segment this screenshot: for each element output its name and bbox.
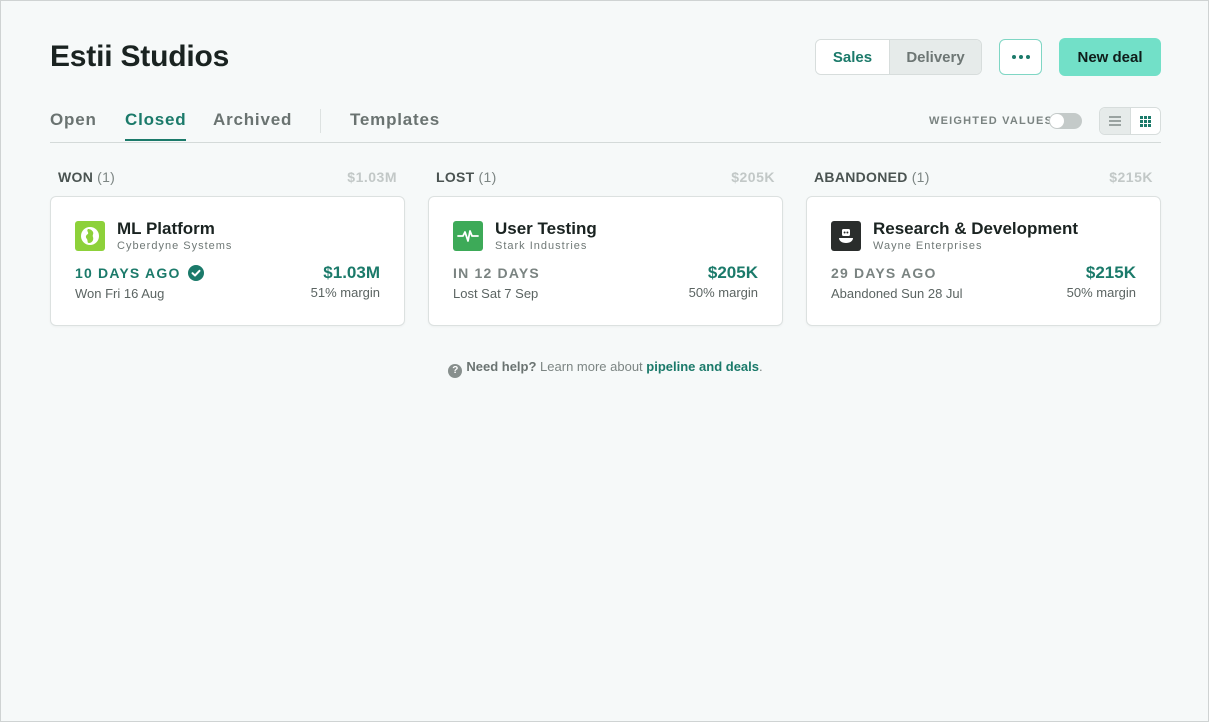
segment-sales[interactable]: Sales (816, 40, 889, 74)
list-view-icon (1108, 116, 1121, 126)
deal-relative-date: IN 12 DAYS (453, 265, 540, 281)
client-logo (831, 221, 861, 251)
deal-close-date: Lost Sat 7 Sep (453, 286, 539, 301)
column-count: (1) (97, 169, 116, 185)
deal-amount: $1.03M (323, 263, 380, 282)
deal-close-date: Abandoned Sun 28 Jul (831, 286, 963, 301)
weighted-values-label: WEIGHTED VALUES (929, 115, 1054, 127)
deal-name: User Testing (495, 219, 597, 238)
deal-card[interactable]: ML Platform Cyberdyne Systems 10 DAYS AG… (50, 196, 405, 326)
help-footer: ? Need help? Learn more about pipeline an… (50, 359, 1161, 378)
segment-delivery[interactable]: Delivery (889, 40, 981, 74)
column-total: $205K (731, 169, 775, 185)
deal-name: Research & Development (873, 219, 1079, 238)
check-circle-icon (187, 265, 204, 281)
column-title: LOST (1) (436, 169, 497, 185)
column-count: (1) (478, 169, 497, 185)
tab-open[interactable]: Open (50, 110, 97, 139)
pipeline-and-deals-link[interactable]: pipeline and deals (646, 359, 759, 374)
tab-divider (320, 109, 321, 133)
help-lead: Need help? (466, 359, 537, 374)
deal-margin: 51% margin (310, 285, 380, 300)
column-title: WON (1) (58, 169, 116, 185)
help-question-icon: ? (448, 364, 463, 378)
ellipsis-icon (1025, 55, 1030, 59)
grid-view-button[interactable] (1130, 108, 1160, 134)
deal-tabs: Open Closed Archived Templates WEIGHTED … (50, 107, 1161, 143)
column-won: WON (1) $1.03M ML Platform Cyberdyne Syst… (50, 167, 405, 326)
ellipsis-icon (1011, 55, 1016, 59)
column-count: (1) (911, 169, 930, 185)
client-name: Cyberdyne Systems (117, 240, 233, 252)
help-text: Learn more about (536, 359, 647, 374)
deal-amount: $215K (1085, 263, 1136, 282)
toggle-knob (1050, 114, 1064, 128)
column-header: ABANDONED (1) $215K (806, 167, 1161, 189)
deal-relative-date: 29 DAYS AGO (831, 265, 937, 281)
client-name: Stark Industries (495, 240, 588, 252)
tab-closed[interactable]: Closed (125, 110, 187, 141)
column-header: WON (1) $1.03M (50, 167, 405, 189)
view-mode-toggle (1099, 107, 1161, 135)
deal-name: ML Platform (117, 219, 215, 238)
client-name: Wayne Enterprises (873, 240, 983, 252)
deal-margin: 50% margin (1066, 285, 1136, 300)
deal-relative-date: 10 DAYS AGO (75, 265, 204, 281)
deal-amount: $205K (707, 263, 758, 282)
deal-margin: 50% margin (688, 285, 758, 300)
column-title: ABANDONED (1) (814, 169, 930, 185)
client-logo (453, 221, 483, 251)
tab-templates[interactable]: Templates (350, 110, 440, 139)
page-title: Estii Studios (50, 40, 230, 73)
tab-archived[interactable]: Archived (213, 110, 292, 139)
weighted-values-toggle[interactable] (1049, 113, 1082, 129)
column-total: $215K (1109, 169, 1153, 185)
new-deal-button[interactable]: New deal (1059, 38, 1161, 76)
deal-close-date: Won Fri 16 Aug (75, 286, 165, 301)
column-total: $1.03M (347, 169, 397, 185)
ellipsis-icon (1018, 55, 1023, 59)
column-abandoned: ABANDONED (1) $215K Research & Developmen… (806, 167, 1161, 326)
deal-card[interactable]: User Testing Stark Industries IN 12 DAYS… (428, 196, 783, 326)
list-view-button[interactable] (1100, 108, 1131, 134)
robot-icon (839, 229, 853, 243)
grid-view-icon (1139, 115, 1151, 127)
globe-icon (81, 227, 99, 245)
help-trailing: . (759, 359, 763, 374)
pulse-icon (457, 230, 479, 242)
client-logo (75, 221, 105, 251)
deal-card[interactable]: Research & Development Wayne Enterprises… (806, 196, 1161, 326)
pipeline-segment-control: Sales Delivery (815, 39, 982, 75)
column-lost: LOST (1) $205K User Testing Stark Industr… (428, 167, 783, 326)
more-options-button[interactable] (999, 39, 1042, 75)
column-header: LOST (1) $205K (428, 167, 783, 189)
